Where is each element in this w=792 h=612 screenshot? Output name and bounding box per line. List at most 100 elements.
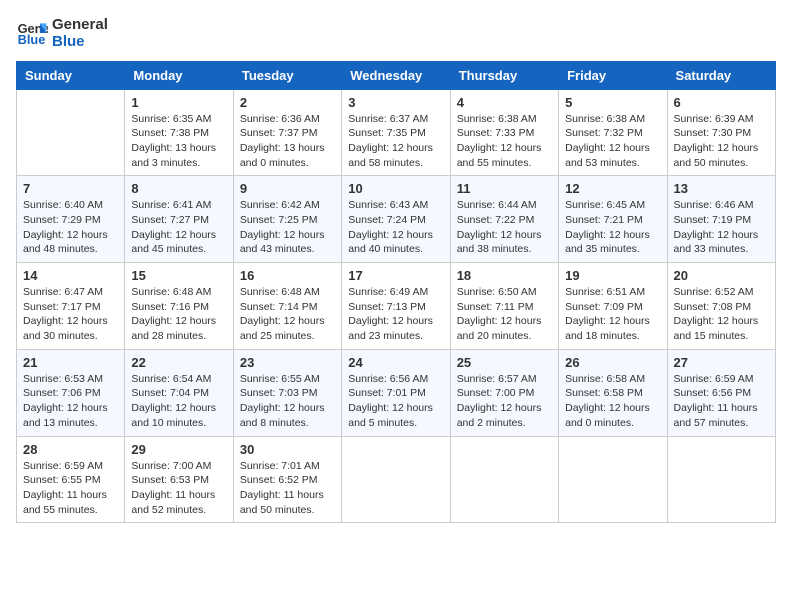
day-number: 9 (240, 181, 335, 196)
day-info: Sunrise: 6:58 AM Sunset: 6:58 PM Dayligh… (565, 372, 660, 431)
day-number: 14 (23, 268, 118, 283)
day-number: 22 (131, 355, 226, 370)
calendar-cell (667, 436, 775, 523)
calendar-cell: 7Sunrise: 6:40 AM Sunset: 7:29 PM Daylig… (17, 176, 125, 263)
calendar-cell (17, 89, 125, 176)
day-number: 29 (131, 442, 226, 457)
day-number: 18 (457, 268, 552, 283)
logo: General Blue General Blue (16, 16, 108, 51)
calendar-cell: 12Sunrise: 6:45 AM Sunset: 7:21 PM Dayli… (559, 176, 667, 263)
day-number: 3 (348, 95, 443, 110)
calendar-week-3: 14 Sunrise: 6:47 AM Sunset: 7:17 PM Dayli… (17, 263, 776, 350)
calendar-cell: 10 Sunrise: 6:43 AM Sunset: 7:24 PM Dayli… (342, 176, 450, 263)
day-number: 26 (565, 355, 660, 370)
calendar-cell (559, 436, 667, 523)
day-info: Sunrise: 7:01 AM Sunset: 6:52 PM Dayligh… (240, 459, 335, 518)
day-number: 1 (131, 95, 226, 110)
calendar-cell: 20 Sunrise: 6:52 AM Sunset: 7:08 PM Dayli… (667, 263, 775, 350)
day-info: Sunrise: 6:41 AM Sunset: 7:27 PM Dayligh… (131, 198, 226, 257)
day-info: Sunrise: 6:47 AM Sunset: 7:17 PM Dayligh… (23, 285, 118, 344)
day-info: Sunrise: 6:55 AM Sunset: 7:03 PM Dayligh… (240, 372, 335, 431)
day-number: 6 (674, 95, 769, 110)
calendar-header-row: SundayMondayTuesdayWednesdayThursdayFrid… (17, 61, 776, 89)
day-number: 20 (674, 268, 769, 283)
day-number: 25 (457, 355, 552, 370)
calendar-cell: 27 Sunrise: 6:59 AM Sunset: 6:56 PM Dayli… (667, 349, 775, 436)
day-info: Sunrise: 6:43 AM Sunset: 7:24 PM Dayligh… (348, 198, 443, 257)
calendar-cell: 4 Sunrise: 6:38 AM Sunset: 7:33 PM Daylig… (450, 89, 558, 176)
day-info: Sunrise: 6:35 AM Sunset: 7:38 PM Dayligh… (131, 112, 226, 171)
calendar-cell: 6 Sunrise: 6:39 AM Sunset: 7:30 PM Daylig… (667, 89, 775, 176)
calendar-cell: 11 Sunrise: 6:44 AM Sunset: 7:22 PM Dayli… (450, 176, 558, 263)
calendar-cell: 23Sunrise: 6:55 AM Sunset: 7:03 PM Dayli… (233, 349, 341, 436)
logo-text-line1: General (52, 16, 108, 33)
day-info: Sunrise: 6:59 AM Sunset: 6:55 PM Dayligh… (23, 459, 118, 518)
calendar-cell: 19Sunrise: 6:51 AM Sunset: 7:09 PM Dayli… (559, 263, 667, 350)
col-header-wednesday: Wednesday (342, 61, 450, 89)
svg-text:Blue: Blue (18, 32, 46, 47)
day-info: Sunrise: 7:00 AM Sunset: 6:53 PM Dayligh… (131, 459, 226, 518)
day-info: Sunrise: 6:50 AM Sunset: 7:11 PM Dayligh… (457, 285, 552, 344)
calendar-cell: 26 Sunrise: 6:58 AM Sunset: 6:58 PM Dayli… (559, 349, 667, 436)
day-info: Sunrise: 6:36 AM Sunset: 7:37 PM Dayligh… (240, 112, 335, 171)
calendar-cell: 2Sunrise: 6:36 AM Sunset: 7:37 PM Daylig… (233, 89, 341, 176)
day-info: Sunrise: 6:42 AM Sunset: 7:25 PM Dayligh… (240, 198, 335, 257)
day-info: Sunrise: 6:38 AM Sunset: 7:32 PM Dayligh… (565, 112, 660, 171)
page-header: General Blue General Blue (16, 16, 776, 51)
day-number: 30 (240, 442, 335, 457)
day-number: 21 (23, 355, 118, 370)
col-header-thursday: Thursday (450, 61, 558, 89)
col-header-saturday: Saturday (667, 61, 775, 89)
day-number: 5 (565, 95, 660, 110)
day-number: 19 (565, 268, 660, 283)
day-number: 11 (457, 181, 552, 196)
day-info: Sunrise: 6:45 AM Sunset: 7:21 PM Dayligh… (565, 198, 660, 257)
day-info: Sunrise: 6:44 AM Sunset: 7:22 PM Dayligh… (457, 198, 552, 257)
calendar-cell: 25 Sunrise: 6:57 AM Sunset: 7:00 PM Dayli… (450, 349, 558, 436)
day-number: 15 (131, 268, 226, 283)
calendar-cell: 30 Sunrise: 7:01 AM Sunset: 6:52 PM Dayli… (233, 436, 341, 523)
day-number: 16 (240, 268, 335, 283)
day-info: Sunrise: 6:57 AM Sunset: 7:00 PM Dayligh… (457, 372, 552, 431)
calendar-cell: 15 Sunrise: 6:48 AM Sunset: 7:16 PM Dayli… (125, 263, 233, 350)
day-info: Sunrise: 6:37 AM Sunset: 7:35 PM Dayligh… (348, 112, 443, 171)
day-number: 17 (348, 268, 443, 283)
day-number: 27 (674, 355, 769, 370)
day-number: 4 (457, 95, 552, 110)
calendar-cell: 18 Sunrise: 6:50 AM Sunset: 7:11 PM Dayli… (450, 263, 558, 350)
day-number: 28 (23, 442, 118, 457)
calendar-cell: 22 Sunrise: 6:54 AM Sunset: 7:04 PM Dayli… (125, 349, 233, 436)
calendar-table: SundayMondayTuesdayWednesdayThursdayFrid… (16, 61, 776, 524)
logo-text-line2: Blue (52, 33, 108, 50)
day-info: Sunrise: 6:52 AM Sunset: 7:08 PM Dayligh… (674, 285, 769, 344)
calendar-cell: 16 Sunrise: 6:48 AM Sunset: 7:14 PM Dayli… (233, 263, 341, 350)
col-header-friday: Friday (559, 61, 667, 89)
day-info: Sunrise: 6:46 AM Sunset: 7:19 PM Dayligh… (674, 198, 769, 257)
day-info: Sunrise: 6:59 AM Sunset: 6:56 PM Dayligh… (674, 372, 769, 431)
calendar-cell (450, 436, 558, 523)
day-number: 10 (348, 181, 443, 196)
calendar-cell: 3 Sunrise: 6:37 AM Sunset: 7:35 PM Daylig… (342, 89, 450, 176)
calendar-cell: 24Sunrise: 6:56 AM Sunset: 7:01 PM Dayli… (342, 349, 450, 436)
logo-icon: General Blue (16, 17, 48, 49)
day-number: 24 (348, 355, 443, 370)
calendar-cell: 14 Sunrise: 6:47 AM Sunset: 7:17 PM Dayli… (17, 263, 125, 350)
calendar-cell: 21 Sunrise: 6:53 AM Sunset: 7:06 PM Dayli… (17, 349, 125, 436)
calendar-week-1: 1 Sunrise: 6:35 AM Sunset: 7:38 PM Daylig… (17, 89, 776, 176)
calendar-cell: 9 Sunrise: 6:42 AM Sunset: 7:25 PM Daylig… (233, 176, 341, 263)
calendar-cell (342, 436, 450, 523)
calendar-cell: 5 Sunrise: 6:38 AM Sunset: 7:32 PM Daylig… (559, 89, 667, 176)
calendar-cell: 1 Sunrise: 6:35 AM Sunset: 7:38 PM Daylig… (125, 89, 233, 176)
day-info: Sunrise: 6:54 AM Sunset: 7:04 PM Dayligh… (131, 372, 226, 431)
day-info: Sunrise: 6:38 AM Sunset: 7:33 PM Dayligh… (457, 112, 552, 171)
day-info: Sunrise: 6:48 AM Sunset: 7:14 PM Dayligh… (240, 285, 335, 344)
day-info: Sunrise: 6:48 AM Sunset: 7:16 PM Dayligh… (131, 285, 226, 344)
calendar-week-2: 7Sunrise: 6:40 AM Sunset: 7:29 PM Daylig… (17, 176, 776, 263)
day-info: Sunrise: 6:39 AM Sunset: 7:30 PM Dayligh… (674, 112, 769, 171)
day-info: Sunrise: 6:53 AM Sunset: 7:06 PM Dayligh… (23, 372, 118, 431)
day-number: 13 (674, 181, 769, 196)
calendar-cell: 8Sunrise: 6:41 AM Sunset: 7:27 PM Daylig… (125, 176, 233, 263)
day-info: Sunrise: 6:49 AM Sunset: 7:13 PM Dayligh… (348, 285, 443, 344)
calendar-cell: 29 Sunrise: 7:00 AM Sunset: 6:53 PM Dayli… (125, 436, 233, 523)
calendar-week-5: 28 Sunrise: 6:59 AM Sunset: 6:55 PM Dayli… (17, 436, 776, 523)
